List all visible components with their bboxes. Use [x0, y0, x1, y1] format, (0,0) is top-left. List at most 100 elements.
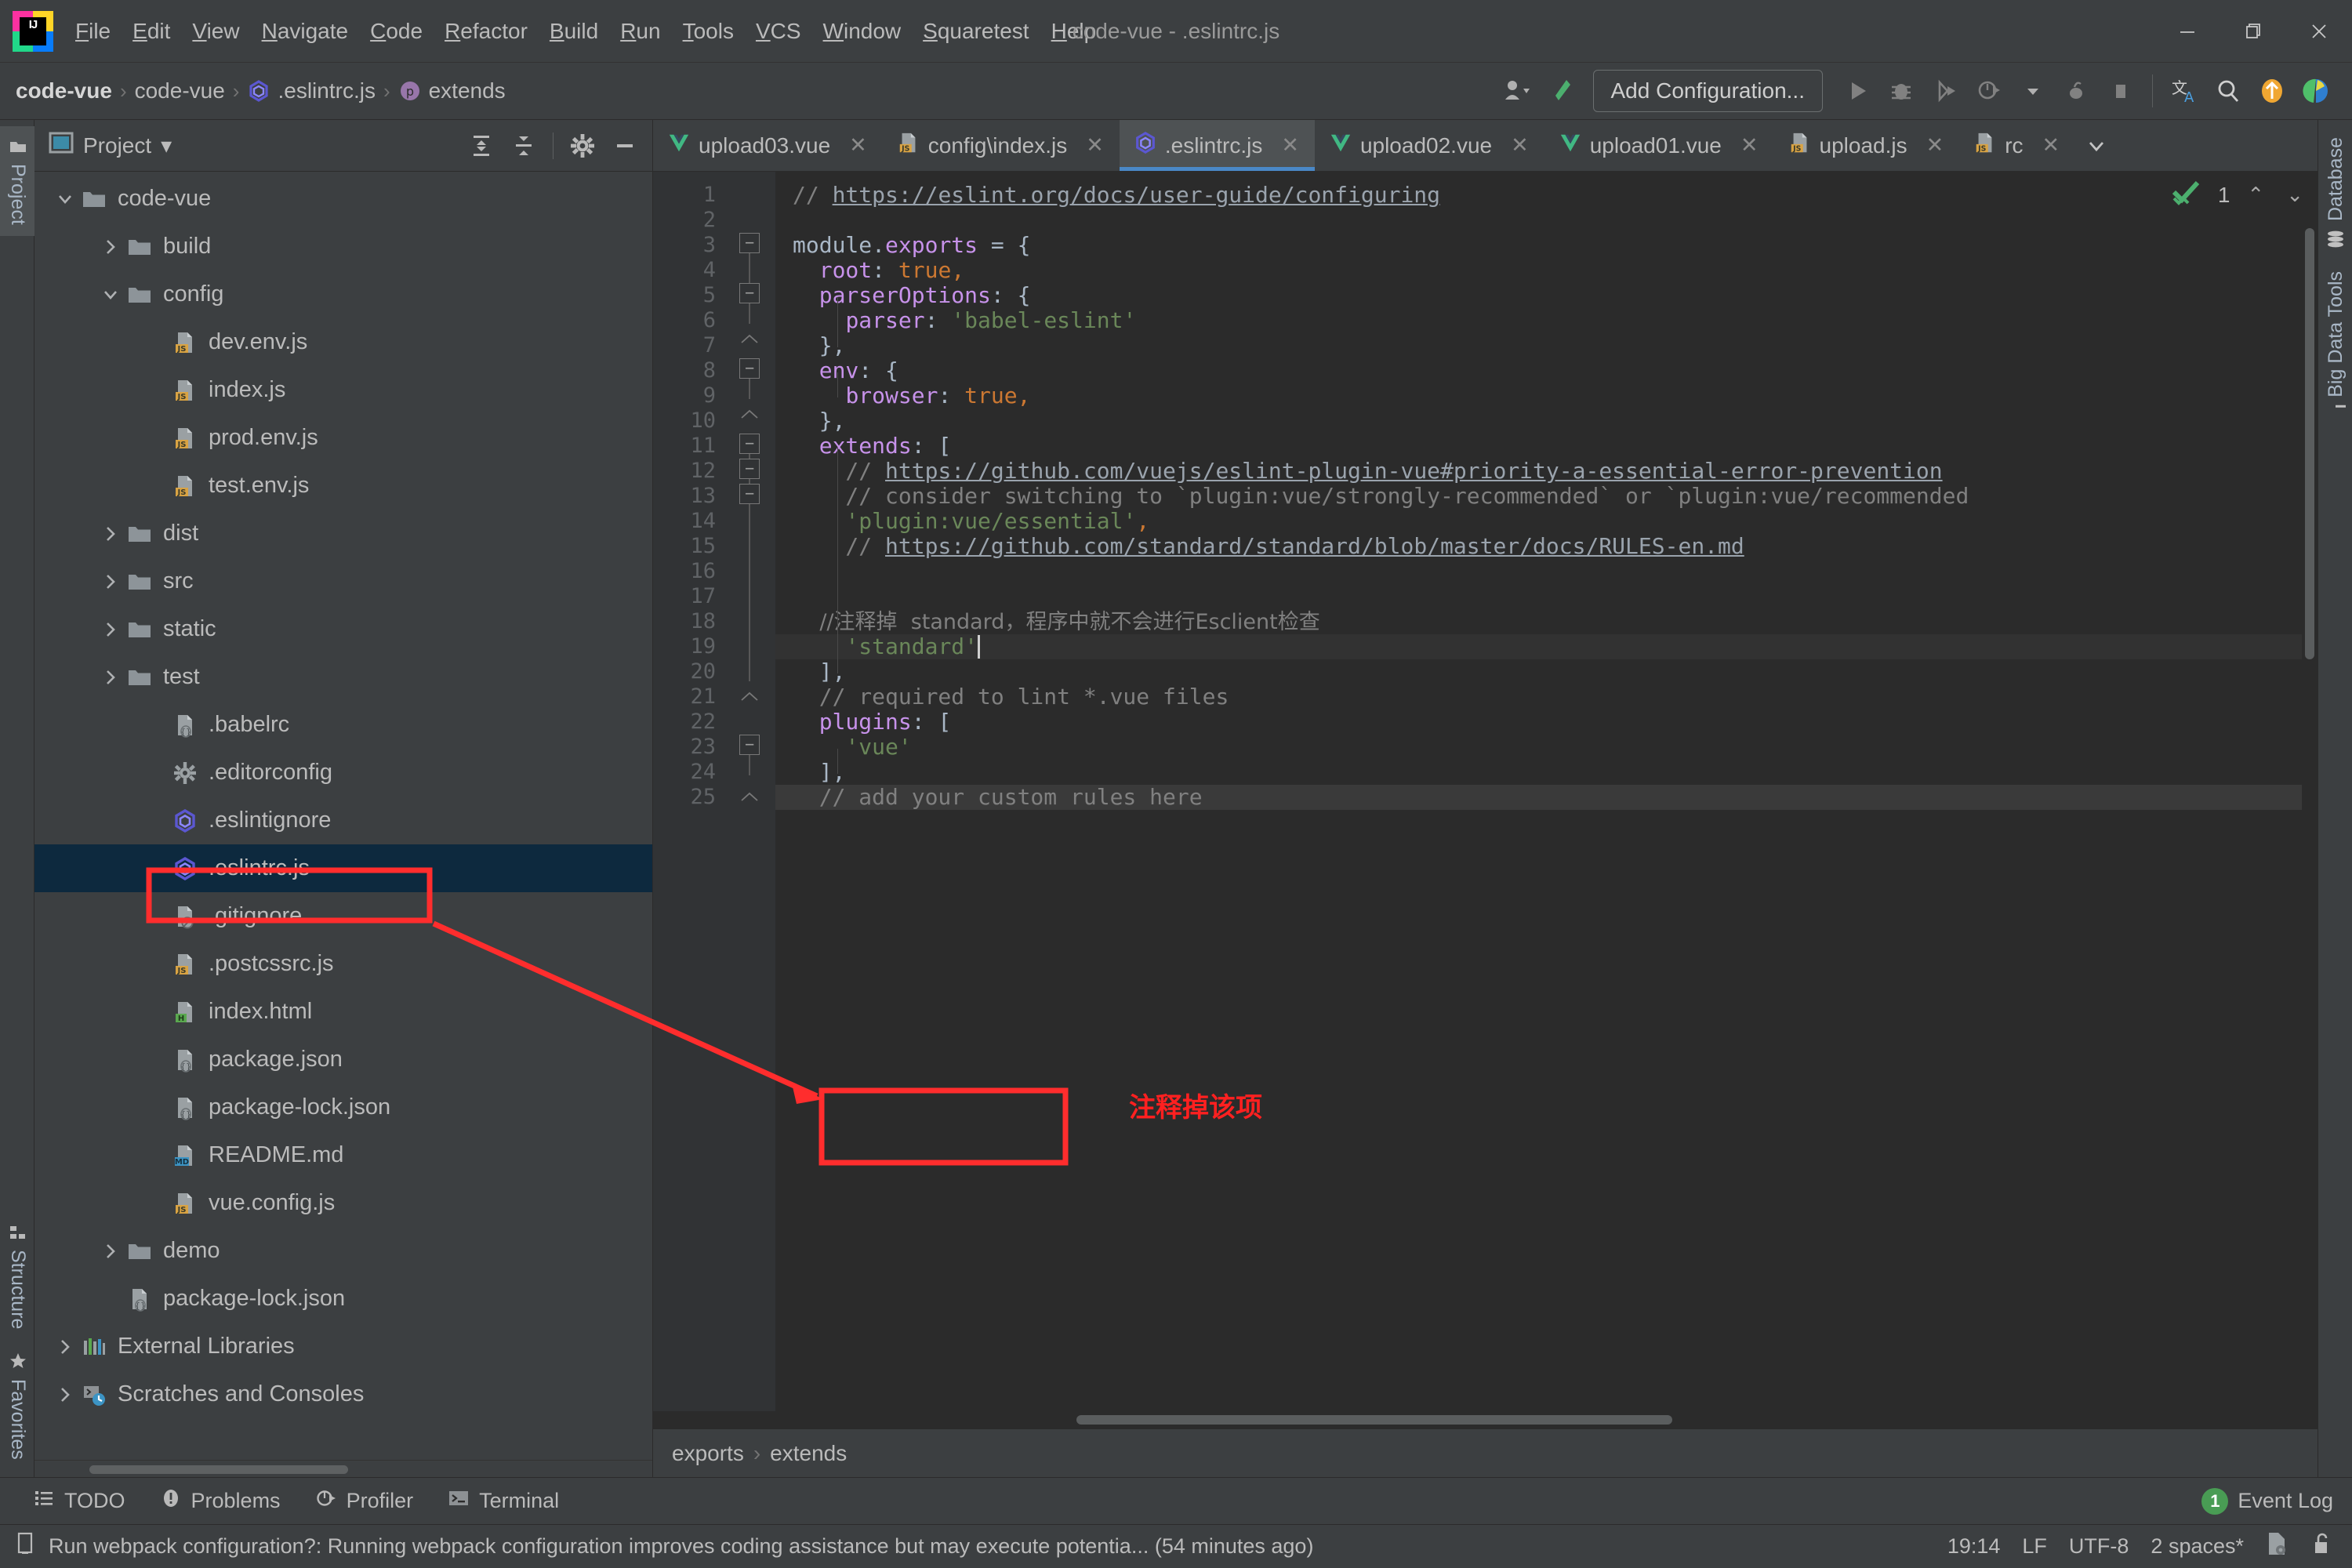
hide-panel-button[interactable]: [605, 126, 644, 165]
tree-node-prod-env-js[interactable]: JS prod.env.js: [34, 414, 652, 462]
tool-tab-problems[interactable]: Problems: [143, 1478, 298, 1524]
code-folding-gutter[interactable]: − − − − − − −: [728, 172, 775, 1411]
run-button[interactable]: [1835, 69, 1879, 113]
tree-node-index-html[interactable]: Hindex.html: [34, 988, 652, 1036]
code-line-17[interactable]: [775, 584, 2318, 609]
fold-marker-line13[interactable]: −: [739, 484, 760, 504]
tree-node-vue-config-js[interactable]: JS vue.config.js: [34, 1179, 652, 1227]
menu-vcs[interactable]: VCS: [745, 0, 812, 62]
tree-node-package-lock-json[interactable]: {} package-lock.json: [34, 1275, 652, 1323]
editor-tab-upload03-vue[interactable]: upload03.vue ✕: [653, 120, 883, 171]
update-project-button[interactable]: [2250, 69, 2294, 113]
editor-tab-upload02-vue[interactable]: upload02.vue ✕: [1315, 120, 1544, 171]
menu-help[interactable]: Help: [1040, 0, 1108, 62]
maximize-button[interactable]: [2220, 0, 2286, 63]
code-line-19[interactable]: 'standard': [775, 634, 2318, 659]
menu-view[interactable]: View: [181, 0, 250, 62]
menu-code[interactable]: Code: [359, 0, 434, 62]
tree-toggle-right-icon[interactable]: [52, 1337, 78, 1357]
menu-navigate[interactable]: Navigate: [251, 0, 360, 62]
attach-debugger-button[interactable]: [2055, 69, 2099, 113]
project-settings-button[interactable]: [563, 126, 602, 165]
editor-tabs[interactable]: upload03.vue ✕ JS config\index.js ✕ .eslintrc…: [653, 120, 2318, 172]
unlocked-icon[interactable]: [2311, 1531, 2333, 1562]
sidebar-item-database[interactable]: Database: [2318, 126, 2352, 260]
editor-tab-close-button[interactable]: ✕: [1736, 130, 1763, 161]
code-line-12[interactable]: // https://github.com/vuejs/eslint-plugi…: [775, 459, 2318, 484]
code-line-5[interactable]: parserOptions: {: [775, 283, 2318, 308]
tree-node-build[interactable]: build: [34, 223, 652, 270]
status-encoding[interactable]: UTF-8: [2069, 1534, 2129, 1559]
code-line-15[interactable]: // https://github.com/standard/standard/…: [775, 534, 2318, 559]
code-text-area[interactable]: // https://eslint.org/docs/user-guide/co…: [775, 172, 2318, 1411]
menu-run[interactable]: Run: [609, 0, 671, 62]
breadcrumb-extends[interactable]: extends: [770, 1441, 847, 1466]
code-line-2[interactable]: [775, 208, 2318, 233]
scrollbar-thumb[interactable]: [1076, 1415, 1672, 1425]
menu-edit[interactable]: Edit: [122, 0, 181, 62]
code-line-8[interactable]: env: {: [775, 358, 2318, 383]
editor-vscrollbar[interactable]: [2302, 172, 2318, 1411]
menu-squaretest[interactable]: Squaretest: [912, 0, 1040, 62]
scrollbar-thumb[interactable]: [2305, 228, 2314, 659]
menu-window[interactable]: Window: [812, 0, 913, 62]
breadcrumb-symbol[interactable]: p extends: [398, 78, 506, 103]
project-tree-hscrollbar[interactable]: [34, 1460, 652, 1477]
tree-node-test-env-js[interactable]: JS test.env.js: [34, 462, 652, 510]
search-everywhere-button[interactable]: [2206, 69, 2250, 113]
fold-marker-line5[interactable]: −: [739, 283, 760, 303]
status-message-group[interactable]: Run webpack configuration?: Running webp…: [16, 1532, 1313, 1561]
sidebar-item-favorites[interactable]: Favorites: [0, 1340, 35, 1471]
tree-toggle-down-icon[interactable]: [97, 285, 124, 305]
editor-hscrollbar[interactable]: [653, 1411, 2318, 1428]
breadcrumb-exports[interactable]: exports: [672, 1441, 744, 1466]
code-line-1[interactable]: // https://eslint.org/docs/user-guide/co…: [775, 183, 2318, 208]
code-line-21[interactable]: // required to lint *.vue files: [775, 684, 2318, 710]
code-line-10[interactable]: },: [775, 408, 2318, 434]
run-dropdown-button[interactable]: [2011, 69, 2055, 113]
editor-tab-close-button[interactable]: ✕: [2038, 130, 2065, 161]
status-indent[interactable]: 2 spaces*: [2151, 1534, 2244, 1559]
tree-node-code-vue[interactable]: code-vue: [34, 175, 652, 223]
tree-node-package-json[interactable]: {} package.json: [34, 1036, 652, 1083]
tree-toggle-right-icon[interactable]: [97, 667, 124, 688]
breadcrumb-folder[interactable]: code-vue: [135, 78, 225, 103]
menu-tools[interactable]: Tools: [672, 0, 745, 62]
editor-tab-close-button[interactable]: ✕: [844, 130, 872, 161]
tree-node-babelrc[interactable]: {} .babelrc: [34, 701, 652, 749]
code-line-25[interactable]: // add your custom rules here: [775, 785, 2318, 810]
code-line-14[interactable]: 'plugin:vue/essential',: [775, 509, 2318, 534]
chevron-down-icon[interactable]: ▾: [161, 132, 172, 158]
previous-problem-button[interactable]: ⌃: [2242, 180, 2269, 210]
stop-button[interactable]: [2099, 69, 2143, 113]
close-button[interactable]: [2286, 0, 2352, 63]
code-line-6[interactable]: parser: 'babel-eslint': [775, 308, 2318, 333]
tree-toggle-right-icon[interactable]: [97, 572, 124, 592]
editor-tabs-overflow-button[interactable]: [2075, 120, 2118, 171]
code-line-20[interactable]: ],: [775, 659, 2318, 684]
run-with-coverage-button[interactable]: [1923, 69, 1967, 113]
status-message[interactable]: Run webpack configuration?: Running webp…: [49, 1534, 1313, 1559]
code-line-11[interactable]: extends: [: [775, 434, 2318, 459]
tree-toggle-right-icon[interactable]: [97, 237, 124, 257]
editor-tab-upload-js[interactable]: JS upload.js ✕: [1774, 120, 1960, 171]
editor-tab-eslintrc-js[interactable]: .eslintrc.js ✕: [1119, 120, 1316, 171]
editor-tab-close-button[interactable]: ✕: [1276, 130, 1304, 161]
tree-toggle-right-icon[interactable]: [97, 1241, 124, 1261]
project-tree[interactable]: code-vue build config JS dev.env.js JS index.j…: [34, 172, 652, 1460]
tree-node-package-lock-json[interactable]: {} package-lock.json: [34, 1083, 652, 1131]
tree-node-dist[interactable]: dist: [34, 510, 652, 557]
fold-marker-line11[interactable]: −: [739, 434, 760, 454]
tree-node-eslintrc-js[interactable]: .eslintrc.js: [34, 844, 652, 892]
tree-toggle-down-icon[interactable]: [52, 189, 78, 209]
next-problem-button[interactable]: ⌄: [2281, 180, 2308, 210]
code-line-13[interactable]: // consider switching to `plugin:vue/str…: [775, 484, 2318, 509]
tool-tab-profiler[interactable]: Profiler: [298, 1478, 431, 1524]
tree-node-gitignore[interactable]: .gitignore: [34, 892, 652, 940]
indent-config-icon[interactable]: [2266, 1531, 2289, 1562]
sidebar-item-project[interactable]: Project: [0, 126, 35, 236]
tree-node-eslintignore[interactable]: .eslintignore: [34, 797, 652, 844]
code-line-3[interactable]: module.exports = {: [775, 233, 2318, 258]
status-line-separator[interactable]: LF: [2022, 1534, 2047, 1559]
menu-build[interactable]: Build: [539, 0, 609, 62]
